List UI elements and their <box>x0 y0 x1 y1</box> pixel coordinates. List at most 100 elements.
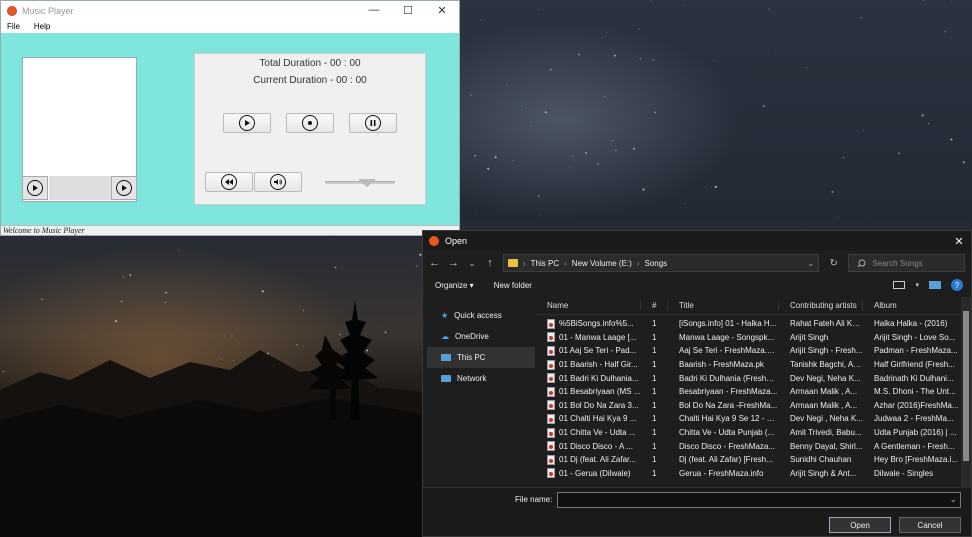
new-folder-button[interactable]: New folder <box>494 281 532 290</box>
number-cell: 1 <box>652 387 657 397</box>
cancel-button[interactable]: Cancel <box>899 517 961 533</box>
number-cell: 1 <box>652 400 657 410</box>
audio-file-icon <box>547 400 555 411</box>
slider-thumb[interactable] <box>358 179 376 187</box>
table-row[interactable]: 01 - Manwa Laage [... 1 Manwa Laage - Song… <box>536 331 963 345</box>
pause-button[interactable] <box>349 113 397 133</box>
minimize-button[interactable]: — <box>357 4 391 17</box>
view-options-icon[interactable] <box>893 281 906 289</box>
table-row[interactable]: %5BiSongs.info%5... 1 [iSongs.info] 01 - H… <box>536 317 963 331</box>
table-row[interactable]: 01 Baarish - Half Gir... 1 Baarish - Fresh… <box>536 358 963 372</box>
title-cell: Dj (feat. Ali Zafar) [Fresh... <box>679 455 773 465</box>
table-row[interactable]: 01 Disco Disco - A ... 1 Disco Disco - Fre… <box>536 439 963 453</box>
remove-song-button[interactable] <box>111 176 137 200</box>
preview-pane-icon[interactable] <box>929 281 941 289</box>
chevron-down-icon[interactable]: ⌄ <box>807 259 818 268</box>
cell-text: 01 Chalti Hai Kya 9 ... <box>559 414 637 424</box>
nav-this-pc[interactable]: This PC <box>427 347 535 368</box>
dialog-title: Open <box>445 236 468 246</box>
chevron-down-icon[interactable]: ▾ <box>915 281 919 289</box>
rewind-button[interactable] <box>205 172 253 192</box>
nav-quick-access[interactable]: ★ Quick access <box>427 305 535 326</box>
column-header-title[interactable]: Title <box>668 301 779 310</box>
audio-file-icon <box>547 359 555 370</box>
album-cell: Judwaa 2 - FreshMa... <box>874 414 954 424</box>
column-header-number[interactable]: # <box>641 301 668 310</box>
table-row[interactable]: 01 Chalti Hai Kya 9 ... 1 Chalti Hai Kya 9… <box>536 412 963 426</box>
number-cell: 1 <box>652 373 657 383</box>
help-icon[interactable]: ? <box>951 279 963 291</box>
up-arrow-icon[interactable]: ↑ <box>485 257 495 269</box>
number-cell: 1 <box>652 360 657 370</box>
search-input[interactable]: Search Songs <box>848 254 965 272</box>
table-row[interactable]: 01 Badri Ki Dulhania... 1 Badri Ki Dulhani… <box>536 371 963 385</box>
organize-button[interactable]: Organize ▾ <box>435 281 474 290</box>
cell-text: 01 Baarish - Half Gir... <box>559 360 638 370</box>
table-row[interactable]: 01 Dj (feat. Ali Zafar... 1 Dj (feat. Ali … <box>536 453 963 467</box>
table-row[interactable]: 01 Chitta Ve - Udta ... 1 Chitta Ve - Udta… <box>536 426 963 440</box>
search-placeholder: Search Songs <box>872 258 923 268</box>
breadcrumb-volume[interactable]: New Volume (E:) <box>572 259 632 268</box>
dialog-toolbar: Organize ▾ New folder ▾ ? <box>423 275 971 295</box>
open-button[interactable]: Open <box>829 517 891 533</box>
menu-file[interactable]: File <box>7 22 20 31</box>
album-cell: Badrinath Ki Dulhani... <box>874 373 954 383</box>
dialog-close-button[interactable]: ✕ <box>947 235 971 248</box>
column-header-album[interactable]: Album <box>863 301 963 310</box>
cell-text: 01 Disco Disco - A ... <box>559 441 633 451</box>
refresh-icon[interactable]: ↻ <box>827 258 840 269</box>
title-cell: Aaj Se Teri - FreshMaza.Net <box>679 346 779 356</box>
play-button[interactable] <box>223 113 271 133</box>
nav-label: Network <box>457 374 487 383</box>
volume-slider[interactable] <box>325 179 395 187</box>
audio-file-icon <box>547 454 555 465</box>
play-remove-icon <box>116 180 132 196</box>
title-cell: Chitta Ve - Udta Punjab (... <box>679 428 775 438</box>
chevron-down-icon[interactable]: ⌄ <box>949 494 957 505</box>
artist-cell: Arijit Singh & Ant... <box>790 468 857 478</box>
file-name-input[interactable]: ⌄ <box>557 492 961 508</box>
number-cell: 1 <box>652 332 657 342</box>
current-duration-label: Current Duration - 00 : 00 <box>253 75 367 86</box>
column-header-artists[interactable]: Contributing artists <box>779 301 863 310</box>
breadcrumb-songs[interactable]: Songs <box>645 259 668 268</box>
star-icon: ★ <box>441 311 449 320</box>
music-player-window: Music Player — ☐ ✕ File Help Total Durat… <box>0 0 460 236</box>
stop-button[interactable] <box>286 113 334 133</box>
file-name-area: File name: ⌄ Open Cancel <box>423 487 971 536</box>
table-row[interactable]: 01 Besabriyaan (MS ... 1 Besabriyaan - Fre… <box>536 385 963 399</box>
file-name-cell: %5BiSongs.info%5... <box>536 318 641 329</box>
status-bar: Welcome to Music Player <box>1 225 459 235</box>
volume-button[interactable] <box>254 172 302 192</box>
scroll-thumb[interactable] <box>963 311 969 461</box>
nav-network[interactable]: Network <box>427 368 535 389</box>
table-row[interactable]: 01 Aaj Se Teri - Pad... 1 Aaj Se Teri - Fr… <box>536 344 963 358</box>
audio-file-icon <box>547 345 555 356</box>
album-cell: Udta Punjab (2016) | ... <box>874 428 957 438</box>
nav-onedrive[interactable]: ☁ OneDrive <box>427 326 535 347</box>
album-cell: Halka Halka - (2016) <box>874 319 948 329</box>
menu-help[interactable]: Help <box>34 22 50 31</box>
search-icon <box>857 259 866 267</box>
stop-icon <box>302 115 318 131</box>
address-bar[interactable]: › This PC › New Volume (E:) › Songs ⌄ <box>503 254 819 272</box>
maximize-button[interactable]: ☐ <box>391 4 425 17</box>
recent-dropdown-icon[interactable]: ⌄ <box>467 259 477 268</box>
table-row[interactable]: 01 - Gerua (Dilwale) 1 Gerua - FreshMaza.i… <box>536 467 963 481</box>
audio-file-icon <box>547 468 555 479</box>
column-header-name[interactable]: Name <box>536 301 641 310</box>
audio-file-icon <box>547 332 555 343</box>
app-icon <box>7 5 17 16</box>
play-icon <box>239 115 255 131</box>
back-arrow-icon[interactable]: ← <box>429 257 440 269</box>
breadcrumb-this-pc[interactable]: This PC <box>531 259 559 268</box>
number-cell: 1 <box>652 468 657 478</box>
close-button[interactable]: ✕ <box>425 4 459 17</box>
vertical-scrollbar[interactable] <box>961 297 971 487</box>
artist-cell: Arijit Singh <box>790 332 829 342</box>
add-song-button[interactable] <box>22 176 48 200</box>
open-dialog: Open ✕ ← → ⌄ ↑ › This PC › New Volume (E… <box>422 230 972 537</box>
table-row[interactable]: 01 Bol Do Na Zara 3... 1 Bol Do Na Zara -F… <box>536 399 963 413</box>
forward-arrow-icon[interactable]: → <box>448 257 459 269</box>
file-list-header: Name # Title Contributing artists Album <box>536 297 963 315</box>
